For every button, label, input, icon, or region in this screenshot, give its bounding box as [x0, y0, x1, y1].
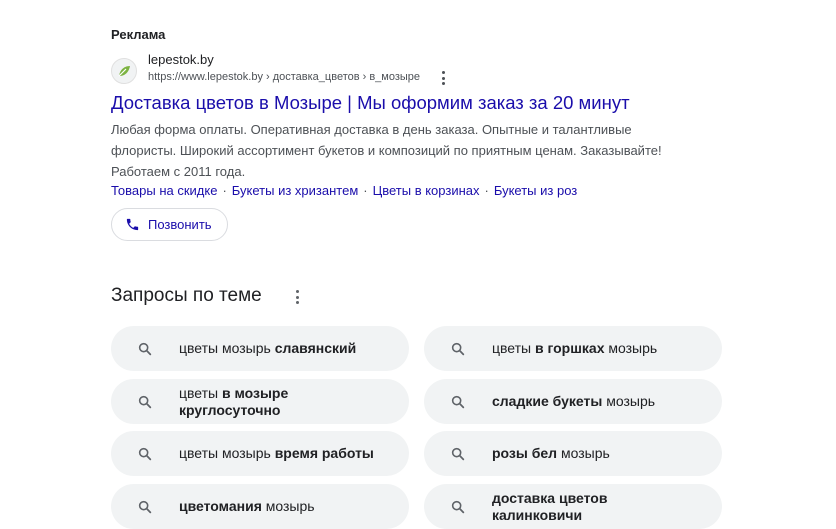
related-searches-heading: Запросы по теме	[111, 285, 262, 306]
related-search-chip[interactable]: цветы мозырь славянский	[111, 326, 409, 371]
search-icon	[138, 447, 152, 461]
search-icon	[451, 500, 465, 514]
sitelink-baskets[interactable]: Цветы в корзинах	[373, 183, 480, 198]
site-url: https://www.lepestok.by › доставка_цвето…	[148, 71, 421, 83]
ad-site-row[interactable]: lepestok.by https://www.lepestok.by › до…	[111, 52, 471, 88]
ad-description-line: флористы. Широкий ассортимент букетов и …	[111, 143, 662, 158]
related-search-text: доставка цветов калинковичи	[492, 489, 608, 523]
search-icon	[451, 342, 465, 356]
related-search-chip[interactable]: цветы в мозыре круглосуточно	[111, 379, 409, 424]
related-search-chip[interactable]: розы бел мозырь	[424, 431, 722, 476]
related-search-chip[interactable]: цветомания мозырь	[111, 484, 409, 529]
related-search-text: цветомания мозырь	[179, 498, 315, 514]
related-search-text: цветы мозырь время работы	[179, 445, 374, 461]
ad-description-line: Работаем с 2011 года.	[111, 164, 246, 179]
call-button[interactable]: Позвонить	[111, 208, 228, 241]
related-search-text: цветы мозырь славянский	[179, 340, 357, 356]
sitelinks: Товары на скидке · Букеты из хризантем · Цве…	[111, 183, 577, 198]
ad-description-line: Любая форма оплаты. Оперативная доставка…	[111, 122, 632, 137]
phone-icon	[126, 218, 139, 231]
site-favicon	[111, 58, 137, 84]
search-icon	[138, 500, 152, 514]
site-name: lepestok.by	[148, 52, 214, 67]
search-icon	[138, 395, 152, 409]
sitelink-separator: ·	[363, 183, 368, 198]
related-search-text: сладкие букеты мозырь	[492, 393, 656, 409]
related-search-text: розы бел мозырь	[492, 445, 610, 461]
search-icon	[138, 342, 152, 356]
search-icon	[451, 395, 465, 409]
leaf-icon	[118, 66, 130, 77]
sitelink-separator: ·	[484, 183, 489, 198]
search-icon	[451, 447, 465, 461]
related-search-chip[interactable]: цветы в горшках мозырь	[424, 326, 722, 371]
call-button-label: Позвонить	[148, 217, 212, 232]
related-search-chip[interactable]: сладкие букеты мозырь	[424, 379, 722, 424]
related-search-chip[interactable]: цветы мозырь время работы	[111, 431, 409, 476]
more-vert-icon[interactable]	[439, 71, 447, 85]
related-search-text: цветы в горшках мозырь	[492, 340, 658, 356]
sitelink-chrysanthemums[interactable]: Букеты из хризантем	[232, 183, 358, 198]
ad-description: Любая форма оплаты. Оперативная доставка…	[111, 119, 691, 182]
sitelink-roses[interactable]: Букеты из роз	[494, 183, 577, 198]
related-search-chip[interactable]: доставка цветов калинковичи	[424, 484, 722, 529]
related-search-text: цветы в мозыре круглосуточно	[179, 384, 289, 418]
sitelink-discount[interactable]: Товары на скидке	[111, 183, 217, 198]
more-vert-icon[interactable]	[293, 290, 301, 304]
ad-title-link[interactable]: Доставка цветов в Мозыре | Мы оформим за…	[111, 92, 630, 114]
sitelink-separator: ·	[222, 183, 227, 198]
ad-label: Реклама	[111, 27, 166, 42]
